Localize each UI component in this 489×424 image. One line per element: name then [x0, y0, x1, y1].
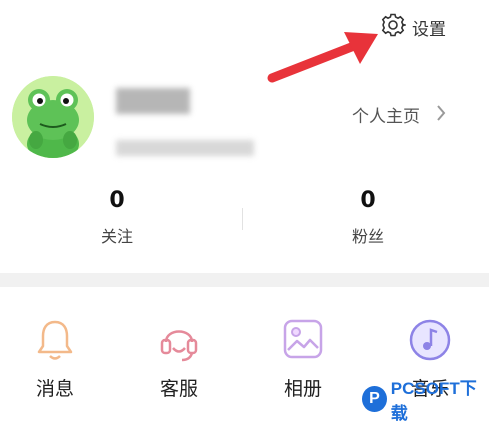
followers-stat[interactable]: 0 粉丝 — [308, 188, 428, 247]
avatar[interactable] — [12, 76, 94, 158]
music-icon — [408, 319, 452, 366]
menu-item-messages[interactable]: 消息 — [5, 318, 105, 401]
annotation-arrow — [267, 32, 378, 83]
username-blurred — [116, 88, 190, 114]
user-id-blurred — [116, 140, 254, 156]
followers-label: 粉丝 — [351, 227, 384, 246]
menu-item-album[interactable]: 相册 — [253, 318, 353, 401]
menu-label-customer-service: 客服 — [159, 378, 198, 400]
homepage-label: 个人主页 — [352, 107, 420, 127]
frog-avatar-icon — [12, 76, 94, 158]
menu-label-messages: 消息 — [35, 378, 74, 400]
pcsoft-watermark: P PCSOFT下载 — [362, 374, 489, 424]
bell-icon — [35, 320, 75, 366]
chevron-right-icon — [436, 104, 446, 126]
menu-item-customer-service[interactable]: 客服 — [129, 318, 229, 401]
watermark-text: PCSOFT下载 — [390, 379, 477, 423]
settings-button[interactable]: 设置 — [380, 12, 446, 42]
followers-count: 0 — [360, 188, 376, 213]
headset-icon — [158, 330, 200, 366]
following-label: 关注 — [100, 227, 133, 246]
pcsoft-logo-icon: P — [362, 386, 387, 412]
personal-homepage-link[interactable]: 个人主页 — [352, 102, 446, 127]
stats-divider — [242, 208, 243, 230]
following-count: 0 — [109, 188, 125, 213]
section-separator — [0, 273, 489, 287]
following-stat[interactable]: 0 关注 — [57, 188, 177, 247]
album-icon — [282, 319, 324, 366]
settings-label: 设置 — [412, 19, 446, 40]
menu-label-album: 相册 — [283, 378, 322, 400]
